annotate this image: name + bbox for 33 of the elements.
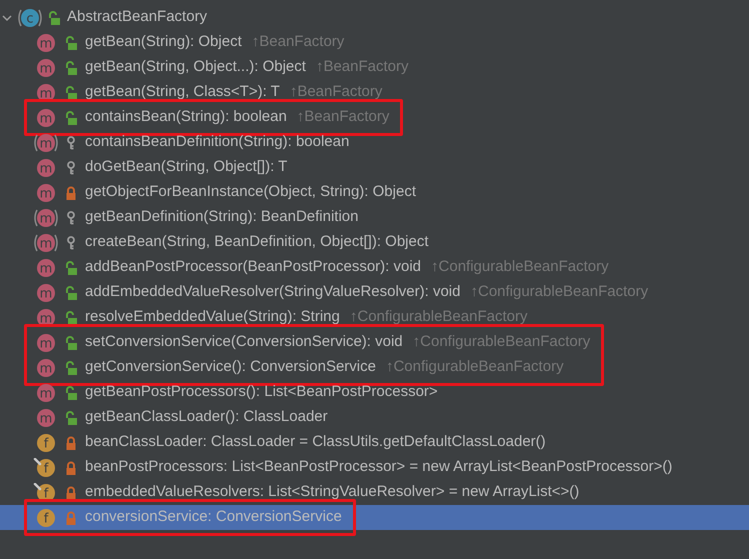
member-label: resolveEmbeddedValue(String): String — [85, 307, 340, 328]
chevron-icon[interactable] — [2, 12, 12, 22]
inherited-from-label: ↑ConfigurableBeanFactory — [412, 332, 590, 352]
member-label: getBean(String, Class<T>): T — [85, 82, 280, 102]
member-label: getObjectForBeanInstance(Object, String): Object — [85, 182, 416, 202]
member-label: getBeanPostProcessors(): List<BeanPostProcessor> — [85, 382, 438, 402]
selected-row[interactable]: f conversionService: ConversionService — [0, 505, 342, 530]
member-label: createBean(String, BeanDefinition, Object[]): Object — [85, 232, 429, 252]
member-label: containsBeanDefinition(String): boolean — [85, 132, 350, 152]
inherited-from-label: ↑ConfigurableBeanFactory — [386, 357, 564, 378]
member-label: beanPostProcessors: List<BeanPostProcessor> = new ArrayList<BeanPostProcessor>() — [85, 457, 672, 478]
inherited-from-label: ↑ConfigurableBeanFactory — [350, 307, 528, 328]
member-label: getBean(String): Object — [85, 32, 242, 52]
member-label: getBean(String, Object...): Object — [85, 57, 306, 78]
inherited-from-label: ↑BeanFactory — [252, 32, 344, 52]
inherited-from-label: ↑ConfigurableBeanFactory — [470, 282, 648, 302]
member-label: addBeanPostProcessor(BeanPostProcessor): void — [85, 257, 422, 278]
inherited-from-label: ↑BeanFactory — [316, 57, 408, 78]
inherited-from-label: ↑BeanFactory — [290, 82, 382, 102]
class-tree-node[interactable]: c AbstractBeanFactory — [0, 5, 749, 30]
member-label: getBeanDefinition(String): BeanDefinition — [85, 207, 358, 228]
member-label: getBeanClassLoader(): ClassLoader — [85, 407, 328, 428]
member-label: doGetBean(String, Object[]): T — [85, 157, 288, 178]
class-name: AbstractBeanFactory — [67, 7, 208, 28]
member-label: conversionService: ConversionService — [85, 507, 342, 528]
member-label: beanClassLoader: ClassLoader = ClassUtils.getDefaultClassLoader() — [85, 432, 546, 452]
member-label: getConversionService(): ConversionService — [85, 357, 376, 378]
member-label: embeddedValueResolvers: List<StringValueResolver> = new ArrayList<>() — [85, 482, 580, 502]
member-label: setConversionService(ConversionService): void — [85, 332, 403, 352]
inherited-from-label: ↑BeanFactory — [296, 107, 390, 128]
member-label: containsBean(String): boolean — [85, 107, 287, 128]
inherited-from-label: ↑ConfigurableBeanFactory — [431, 257, 609, 278]
member-label: addEmbeddedValueResolver(StringValueResolver): void — [85, 282, 460, 302]
